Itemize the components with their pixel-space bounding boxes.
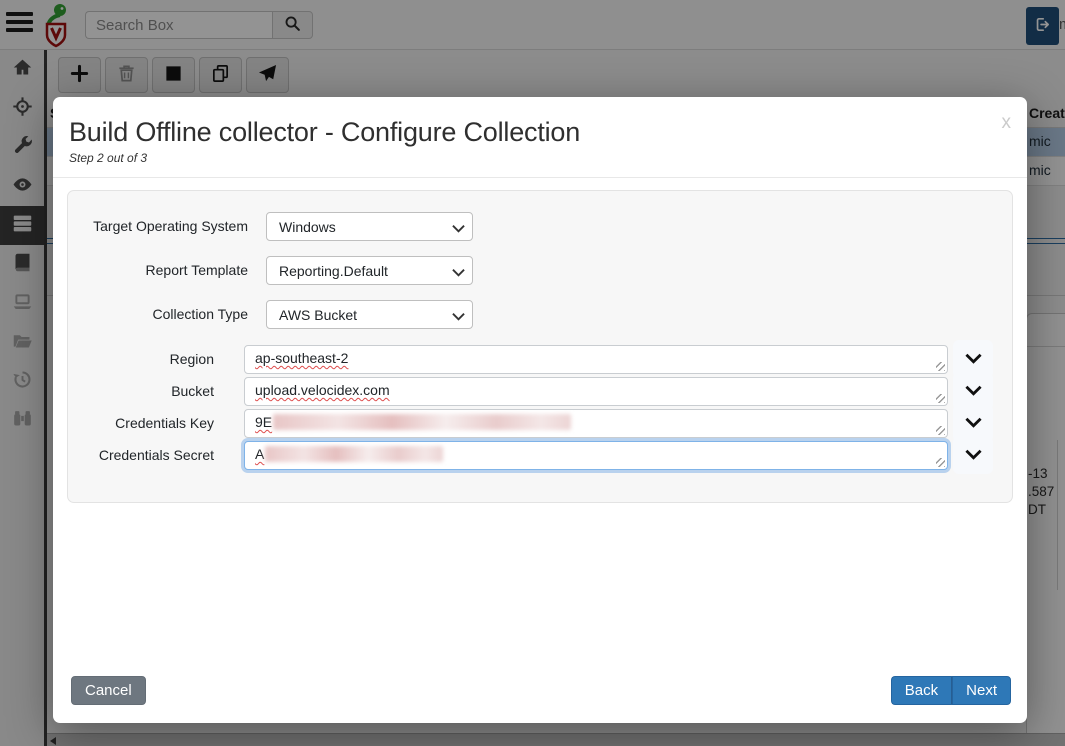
credentials-key-label: Credentials Key xyxy=(68,409,214,438)
credentials-secret-label: Credentials Secret xyxy=(68,441,214,470)
bucket-label: Bucket xyxy=(68,377,214,406)
resize-grip-icon[interactable] xyxy=(936,426,945,435)
chevron-down-icon xyxy=(965,416,982,431)
resize-grip-icon[interactable] xyxy=(936,394,945,403)
modal-step-indicator: Step 2 out of 3 xyxy=(69,151,1011,165)
build-collector-modal: Build Offline collector - Configure Coll… xyxy=(53,97,1027,723)
target-os-select[interactable]: Windows xyxy=(266,212,473,241)
wizard-nav-buttons: Back Next xyxy=(891,676,1011,705)
region-input[interactable]: ap-southeast-2 xyxy=(244,345,948,374)
collection-type-label: Collection Type xyxy=(68,300,248,329)
report-template-select[interactable]: Reporting.Default xyxy=(266,256,473,285)
chevron-down-icon xyxy=(965,384,982,399)
collection-type-select[interactable]: AWS Bucket xyxy=(266,300,473,329)
bucket-input[interactable]: upload.velocidex.com xyxy=(244,377,948,406)
close-icon[interactable]: x xyxy=(1002,113,1012,132)
modal-title: Build Offline collector - Configure Coll… xyxy=(69,117,1011,148)
configure-collection-form: Target Operating System Windows Report T… xyxy=(67,190,1013,503)
credentials-secret-input[interactable]: A xyxy=(244,441,948,470)
chevron-down-icon xyxy=(965,352,982,367)
resize-grip-icon[interactable] xyxy=(936,458,945,467)
resize-grip-icon[interactable] xyxy=(936,362,945,371)
credentials-key-value: 9E xyxy=(255,414,272,430)
bucket-value: upload.velocidex.com xyxy=(255,382,390,398)
next-button[interactable]: Next xyxy=(952,676,1011,705)
modal-footer: Cancel Back Next xyxy=(53,663,1027,723)
region-label: Region xyxy=(68,345,214,374)
redacted-text xyxy=(273,414,571,430)
modal-header: Build Offline collector - Configure Coll… xyxy=(53,97,1027,178)
region-value: ap-southeast-2 xyxy=(255,350,348,366)
target-os-label: Target Operating System xyxy=(68,212,248,241)
credentials-key-input[interactable]: 9E xyxy=(244,409,948,438)
credentials-secret-dropdown-button[interactable] xyxy=(953,436,993,474)
back-button[interactable]: Back xyxy=(891,676,952,705)
chevron-down-icon xyxy=(965,448,982,463)
credentials-secret-value: A xyxy=(255,446,264,462)
report-template-label: Report Template xyxy=(68,256,248,285)
redacted-text xyxy=(265,446,443,462)
cancel-button[interactable]: Cancel xyxy=(71,676,146,705)
app-window: m xyxy=(0,0,1065,746)
